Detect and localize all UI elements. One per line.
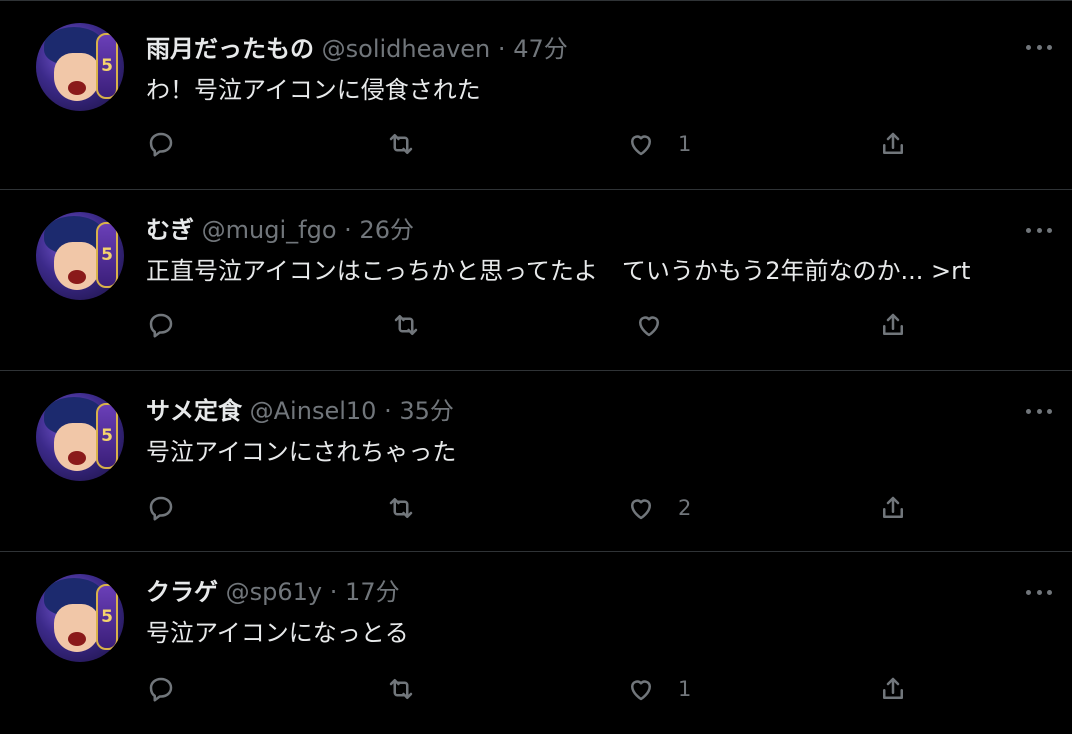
like-button[interactable]: [634, 310, 686, 340]
like-button[interactable]: 1: [626, 674, 691, 704]
tweet-text: 号泣アイコンにされちゃった: [146, 438, 457, 466]
retweet-button[interactable]: [386, 674, 416, 704]
share-button[interactable]: [878, 129, 908, 159]
retweet-button[interactable]: [386, 129, 416, 159]
user-handle[interactable]: @Ainsel10: [250, 397, 377, 425]
tweet[interactable]: 5 クラゲ @sp61y · 17分 号泣アイコンになっとる 1: [0, 552, 1072, 734]
like-count: 1: [678, 132, 692, 156]
like-count: 1: [678, 677, 692, 701]
more-icon[interactable]: [1026, 401, 1052, 421]
reply-icon: [149, 132, 173, 157]
like-button[interactable]: 2: [626, 493, 691, 523]
retweet-icon: [389, 134, 413, 154]
tweet-text: 正直号泣アイコンはこっちかと思ってたよ ていうかもう2年前なのか... >rt: [146, 257, 971, 285]
timestamp[interactable]: 26分: [359, 216, 414, 244]
tweet-actions: [0, 310, 1072, 350]
separator: ·: [344, 216, 352, 244]
separator: ·: [497, 35, 506, 63]
avatar[interactable]: 5: [36, 23, 124, 111]
avatar-mouth: [68, 270, 86, 284]
tweet-actions: 1: [0, 129, 1072, 169]
share-button[interactable]: [878, 674, 908, 704]
like-count: 2: [678, 496, 692, 520]
avatar[interactable]: 5: [36, 574, 124, 662]
timestamp[interactable]: 17分: [345, 578, 400, 606]
share-button[interactable]: [878, 493, 908, 523]
avatar-mouth: [68, 632, 86, 646]
share-icon: [883, 496, 903, 518]
share-icon: [883, 677, 903, 699]
more-icon[interactable]: [1026, 37, 1052, 57]
avatar-mouth: [68, 81, 86, 95]
tweet[interactable]: 5 雨月だったもの @solidheaven · 47分 わ！号泣アイコンに侵食…: [0, 1, 1072, 190]
tweet-header: サメ定食 @Ainsel10 · 35分: [146, 395, 454, 427]
reply-button[interactable]: [146, 493, 176, 523]
timestamp[interactable]: 47分: [513, 35, 568, 63]
heart-icon: [631, 680, 651, 701]
heart-icon: [631, 135, 651, 156]
reply-icon: [149, 677, 173, 702]
reply-button[interactable]: [146, 310, 176, 340]
display-name[interactable]: サメ定食: [146, 397, 242, 425]
tweet[interactable]: 5 むぎ @mugi_fgo · 26分 正直号泣アイコンはこっちかと思ってたよ…: [0, 190, 1072, 371]
avatar[interactable]: 5: [36, 393, 124, 481]
anniversary-badge: 5: [96, 222, 118, 288]
user-handle[interactable]: @mugi_fgo: [202, 216, 337, 244]
avatar-mouth: [68, 451, 86, 465]
user-handle[interactable]: @sp61y: [226, 578, 322, 606]
display-name[interactable]: むぎ: [146, 216, 194, 244]
retweet-button[interactable]: [391, 310, 421, 340]
retweet-icon: [389, 498, 413, 518]
tweet[interactable]: 5 サメ定食 @Ainsel10 · 35分 号泣アイコンにされちゃった 2: [0, 371, 1072, 552]
share-button[interactable]: [878, 310, 908, 340]
timestamp[interactable]: 35分: [399, 397, 454, 425]
retweet-icon: [389, 679, 413, 699]
tweet-header: 雨月だったもの @solidheaven · 47分: [146, 33, 568, 65]
user-handle[interactable]: @solidheaven: [322, 35, 491, 63]
tweet-actions: 1: [0, 674, 1072, 714]
tweet-header: クラゲ @sp61y · 17分: [146, 576, 400, 608]
tweet-header: むぎ @mugi_fgo · 26分: [146, 214, 414, 246]
retweet-icon: [394, 315, 418, 335]
reply-button[interactable]: [146, 129, 176, 159]
separator: ·: [329, 578, 338, 606]
tweet-text: 号泣アイコンになっとる: [146, 619, 409, 647]
retweet-button[interactable]: [386, 493, 416, 523]
share-icon: [883, 313, 903, 335]
more-icon[interactable]: [1026, 220, 1052, 240]
reply-icon: [149, 313, 173, 338]
reply-icon: [149, 496, 173, 521]
tweet-actions: 2: [0, 493, 1072, 533]
tweet-text: わ！号泣アイコンに侵食された: [146, 76, 481, 104]
like-button[interactable]: 1: [626, 129, 691, 159]
timeline-feed: 5 雨月だったもの @solidheaven · 47分 わ！号泣アイコンに侵食…: [0, 0, 1072, 734]
more-icon[interactable]: [1026, 582, 1052, 602]
anniversary-badge: 5: [96, 584, 118, 650]
avatar[interactable]: 5: [36, 212, 124, 300]
display-name[interactable]: 雨月だったもの: [146, 35, 314, 63]
anniversary-badge: 5: [96, 403, 118, 469]
display-name[interactable]: クラゲ: [146, 578, 218, 606]
reply-button[interactable]: [146, 674, 176, 704]
separator: ·: [384, 397, 392, 425]
heart-icon: [639, 316, 659, 337]
share-icon: [883, 132, 903, 154]
heart-icon: [631, 499, 651, 520]
anniversary-badge: 5: [96, 33, 118, 99]
